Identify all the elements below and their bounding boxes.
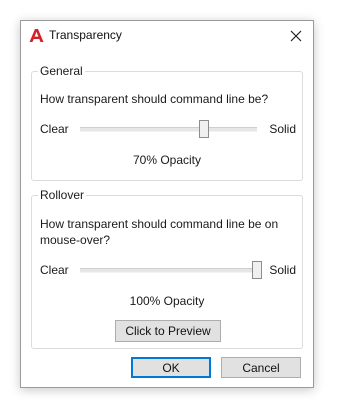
window-title: Transparency bbox=[49, 28, 122, 42]
cancel-button[interactable]: Cancel bbox=[221, 357, 301, 378]
rollover-slider-track[interactable] bbox=[80, 261, 262, 279]
ok-button[interactable]: OK bbox=[131, 357, 211, 378]
general-slider-row: Clear Solid bbox=[40, 119, 296, 139]
general-clear-label: Clear bbox=[40, 122, 69, 136]
general-question: How transparent should command line be? bbox=[40, 92, 269, 106]
close-icon[interactable] bbox=[287, 27, 305, 45]
rollover-opacity-text: 100% Opacity bbox=[129, 294, 205, 308]
transparency-dialog: Transparency General How transparent sho… bbox=[20, 20, 314, 388]
rollover-clear-label: Clear bbox=[40, 263, 69, 277]
click-to-preview-button[interactable]: Click to Preview bbox=[115, 320, 221, 342]
title-bar: Transparency bbox=[21, 21, 313, 51]
general-opacity-text: 70% Opacity bbox=[132, 153, 202, 167]
rollover-legend: Rollover bbox=[38, 188, 87, 202]
general-legend: General bbox=[38, 64, 85, 78]
rollover-question: How transparent should command line be o… bbox=[40, 217, 279, 247]
rollover-slider-thumb[interactable] bbox=[252, 261, 262, 279]
general-slider-track[interactable] bbox=[80, 120, 257, 138]
general-solid-label: Solid bbox=[269, 122, 296, 136]
rollover-solid-label: Solid bbox=[269, 263, 296, 277]
rollover-group: Rollover How transparent should command … bbox=[31, 188, 303, 349]
autocad-a-icon bbox=[29, 28, 44, 43]
general-slider-thumb[interactable] bbox=[198, 120, 209, 138]
general-group: General How transparent should command l… bbox=[31, 64, 303, 181]
rollover-slider-row: Clear Solid bbox=[40, 260, 296, 280]
